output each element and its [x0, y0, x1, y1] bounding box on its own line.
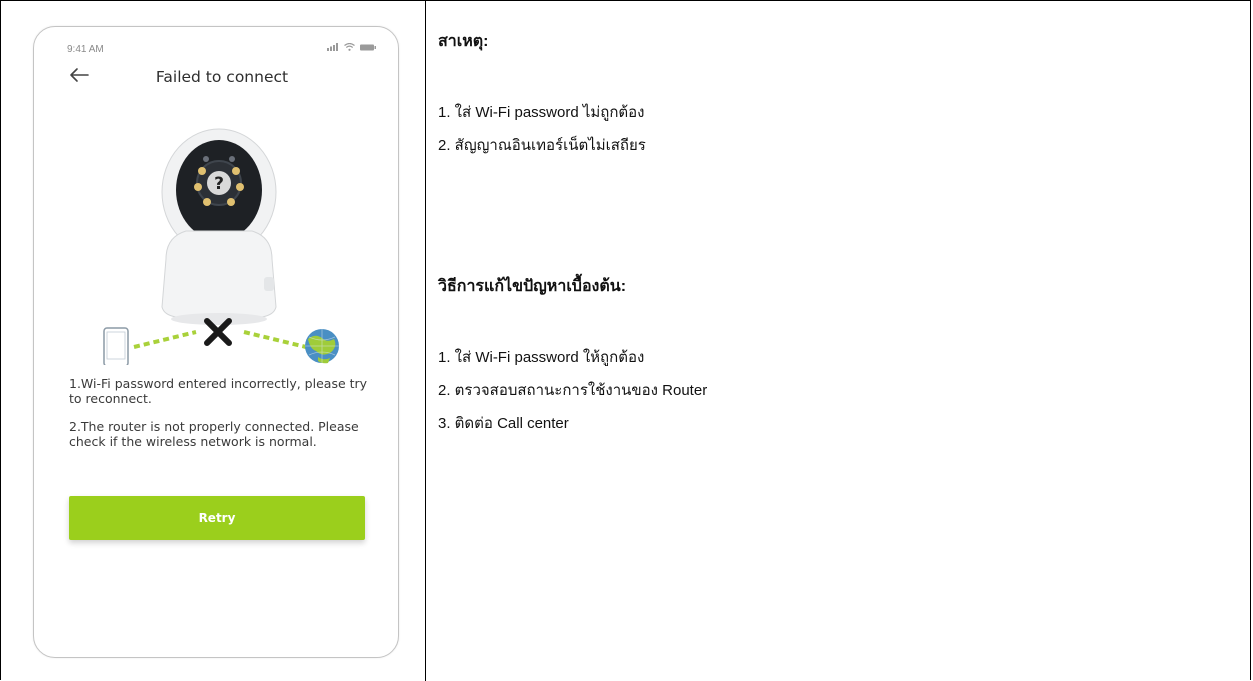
camera-icon: ? — [161, 128, 277, 325]
phone-mockup: 9:41 AM Failed to connect ? 1.Wi-Fi pass… — [33, 26, 399, 658]
connection-failed-illustration: ? — [103, 128, 339, 365]
battery-icon — [360, 44, 376, 50]
content-table: 9:41 AM Failed to connect ? 1.Wi-Fi pass… — [0, 0, 1251, 681]
cause-item-1: 1. ใส่ Wi-Fi password ไม่ถูกต้อง — [438, 104, 645, 121]
solution-item-2: 2. ตรวจสอบสถานะการใช้งานของ Router — [438, 382, 708, 399]
solution-item-3: 3. ติดต่อ Call center — [438, 415, 569, 432]
wifi-icon — [344, 43, 355, 51]
solutions-heading: วิธีการแก้ไขปัญหาเบื้องต้น: — [438, 278, 627, 295]
page-title: Failed to connect — [155, 68, 289, 86]
smartphone-icon — [103, 327, 129, 365]
status-icons — [327, 43, 376, 51]
screenshot-cell: 9:41 AM Failed to connect ? 1.Wi-Fi pass… — [1, 1, 426, 681]
reason-1-text: 1.Wi-Fi password entered incorrectly, pl… — [69, 376, 368, 406]
svg-text:?: ? — [214, 174, 224, 194]
reason-2-text: 2.The router is not properly connected. … — [69, 419, 359, 449]
globe-icon — [305, 329, 339, 364]
causes-heading: สาเหตุ: — [438, 33, 489, 50]
retry-button[interactable]: Retry — [69, 496, 365, 540]
status-time: 9:41 AM — [67, 44, 104, 55]
solution-item-1: 1. ใส่ Wi-Fi password ให้ถูกต้อง — [438, 349, 645, 366]
cause-item-2: 2. สัญญาณอินเทอร์เน็ตไม่เสถียร — [438, 137, 646, 154]
signal-icon — [327, 43, 338, 51]
